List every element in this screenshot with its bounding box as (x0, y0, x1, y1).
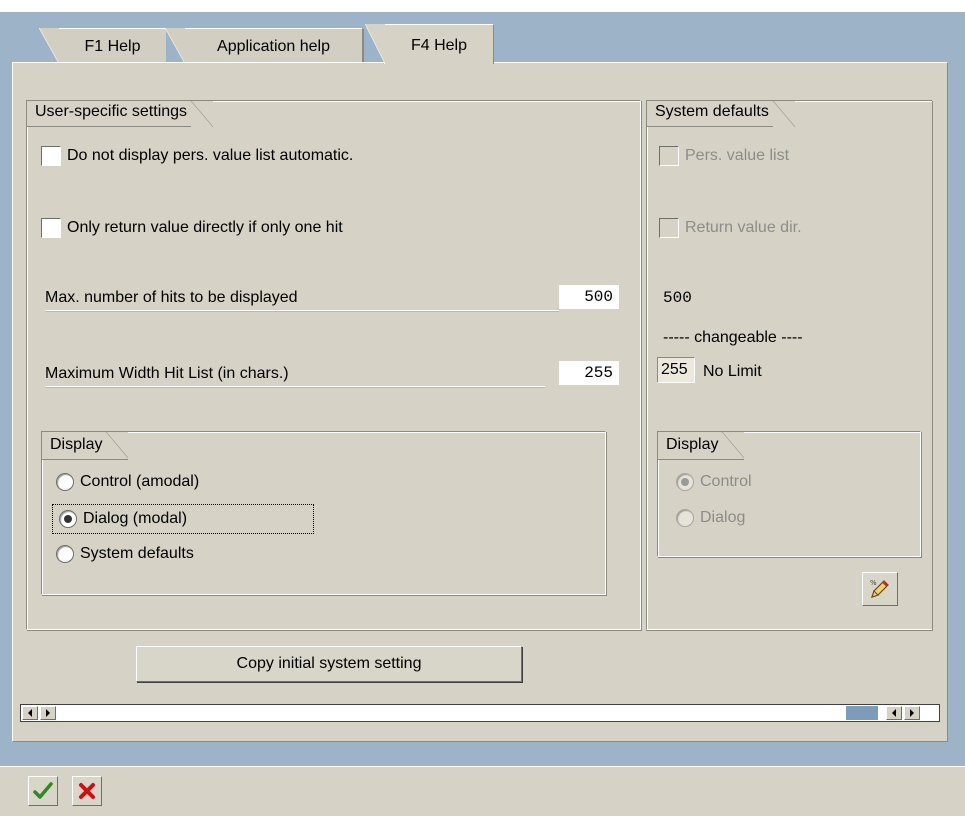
cancel-button[interactable] (72, 776, 102, 806)
return-direct-label: Only return value directly if only one h… (67, 219, 343, 236)
system-defaults-group: System defaults Pers. value list Return … (646, 100, 932, 630)
max-hits-input[interactable]: 500 (559, 285, 619, 309)
sys-pers-list-label: Pers. value list (685, 147, 790, 164)
sys-radio-control-row: Control (676, 470, 752, 494)
user-display-group: Display Control (amodal) Dialog (modal) … (41, 431, 606, 595)
max-width-label: Maximum Width Hit List (in chars.) (45, 365, 545, 387)
user-display-title: Display (42, 432, 129, 460)
scroll-left-arrow-button[interactable] (22, 706, 38, 720)
sys-radio-control-label: Control (700, 473, 752, 490)
radio-control-amodal[interactable] (56, 473, 74, 491)
return-direct-row[interactable]: Only return value directly if only one h… (41, 217, 343, 239)
left-triangle-icon (892, 709, 896, 717)
sys-radio-dialog-row: Dialog (676, 506, 745, 530)
system-defaults-title: System defaults (647, 101, 795, 127)
sys-return-dir-row: Return value dir. (659, 217, 802, 239)
sys-max-width-value: 255 (657, 357, 695, 383)
confirm-button[interactable] (28, 776, 58, 806)
scroll-right-arrow-button-2[interactable] (904, 706, 920, 720)
edit-button[interactable]: % (862, 572, 898, 606)
pencil-edit-icon: % (870, 579, 889, 598)
sys-return-dir-checkbox (659, 218, 679, 238)
sys-radio-dialog (676, 509, 694, 527)
sys-changeable-text: ----- changeable ---- (663, 329, 803, 346)
user-specific-settings-title: User-specific settings (27, 101, 214, 127)
radio-system-defaults-label: System defaults (80, 545, 194, 562)
no-auto-list-checkbox[interactable] (41, 146, 61, 166)
sys-pers-list-checkbox (659, 146, 679, 166)
max-width-input[interactable]: 255 (559, 361, 619, 385)
user-specific-settings-group: User-specific settings Do not display pe… (26, 100, 641, 630)
scroll-left-arrow-button-2[interactable] (886, 706, 902, 720)
radio-dialog-modal-row[interactable]: Dialog (modal) (52, 504, 314, 534)
top-strip (0, 0, 965, 12)
sys-radio-control (676, 473, 694, 491)
scroll-thumb[interactable] (846, 706, 878, 720)
tab-f1-help-label: F1 Help (84, 38, 141, 55)
radio-system-defaults-row[interactable]: System defaults (56, 542, 194, 566)
tab-f4-help-label: F4 Help (410, 37, 468, 54)
tab-application-help[interactable]: Application help (165, 28, 364, 64)
green-check-icon (33, 782, 53, 799)
sys-radio-dialog-label: Dialog (700, 509, 746, 526)
max-hits-label: Max. number of hits to be displayed (45, 289, 559, 311)
scroll-right-arrow-button[interactable] (40, 706, 56, 720)
sys-pers-list-row: Pers. value list (659, 145, 789, 167)
copy-initial-system-setting-button[interactable]: Copy initial system setting (136, 646, 522, 682)
tab-application-help-label: Application help (217, 38, 330, 55)
radio-dialog-modal-label: Dialog (modal) (83, 510, 188, 527)
radio-control-amodal-row[interactable]: Control (amodal) (56, 470, 199, 494)
radio-system-defaults[interactable] (56, 545, 74, 563)
red-x-icon (79, 783, 95, 799)
no-auto-list-label: Do not display pers. value list automati… (67, 147, 354, 164)
left-triangle-icon (28, 709, 32, 717)
sys-return-dir-label: Return value dir. (685, 219, 802, 236)
tab-f4-help[interactable]: F4 Help (365, 24, 494, 64)
radio-control-amodal-label: Control (amodal) (80, 473, 200, 490)
right-triangle-icon (46, 709, 50, 717)
horizontal-scrollbar[interactable] (20, 704, 940, 722)
sys-max-hits-value: 500 (663, 289, 692, 307)
return-direct-checkbox[interactable] (41, 218, 61, 238)
no-auto-list-row[interactable]: Do not display pers. value list automati… (41, 145, 353, 167)
radio-dialog-modal[interactable] (59, 510, 77, 528)
sys-display-title: Display (658, 432, 745, 460)
svg-text:%: % (870, 579, 877, 587)
right-triangle-icon (910, 709, 914, 717)
sys-no-limit-text: No Limit (703, 363, 762, 380)
tab-f1-help[interactable]: F1 Help (39, 28, 166, 64)
bottom-toolbar (0, 766, 965, 816)
sys-defaults-bottom-rule (646, 630, 932, 631)
sys-display-group: Display Control Dialog (657, 431, 921, 557)
